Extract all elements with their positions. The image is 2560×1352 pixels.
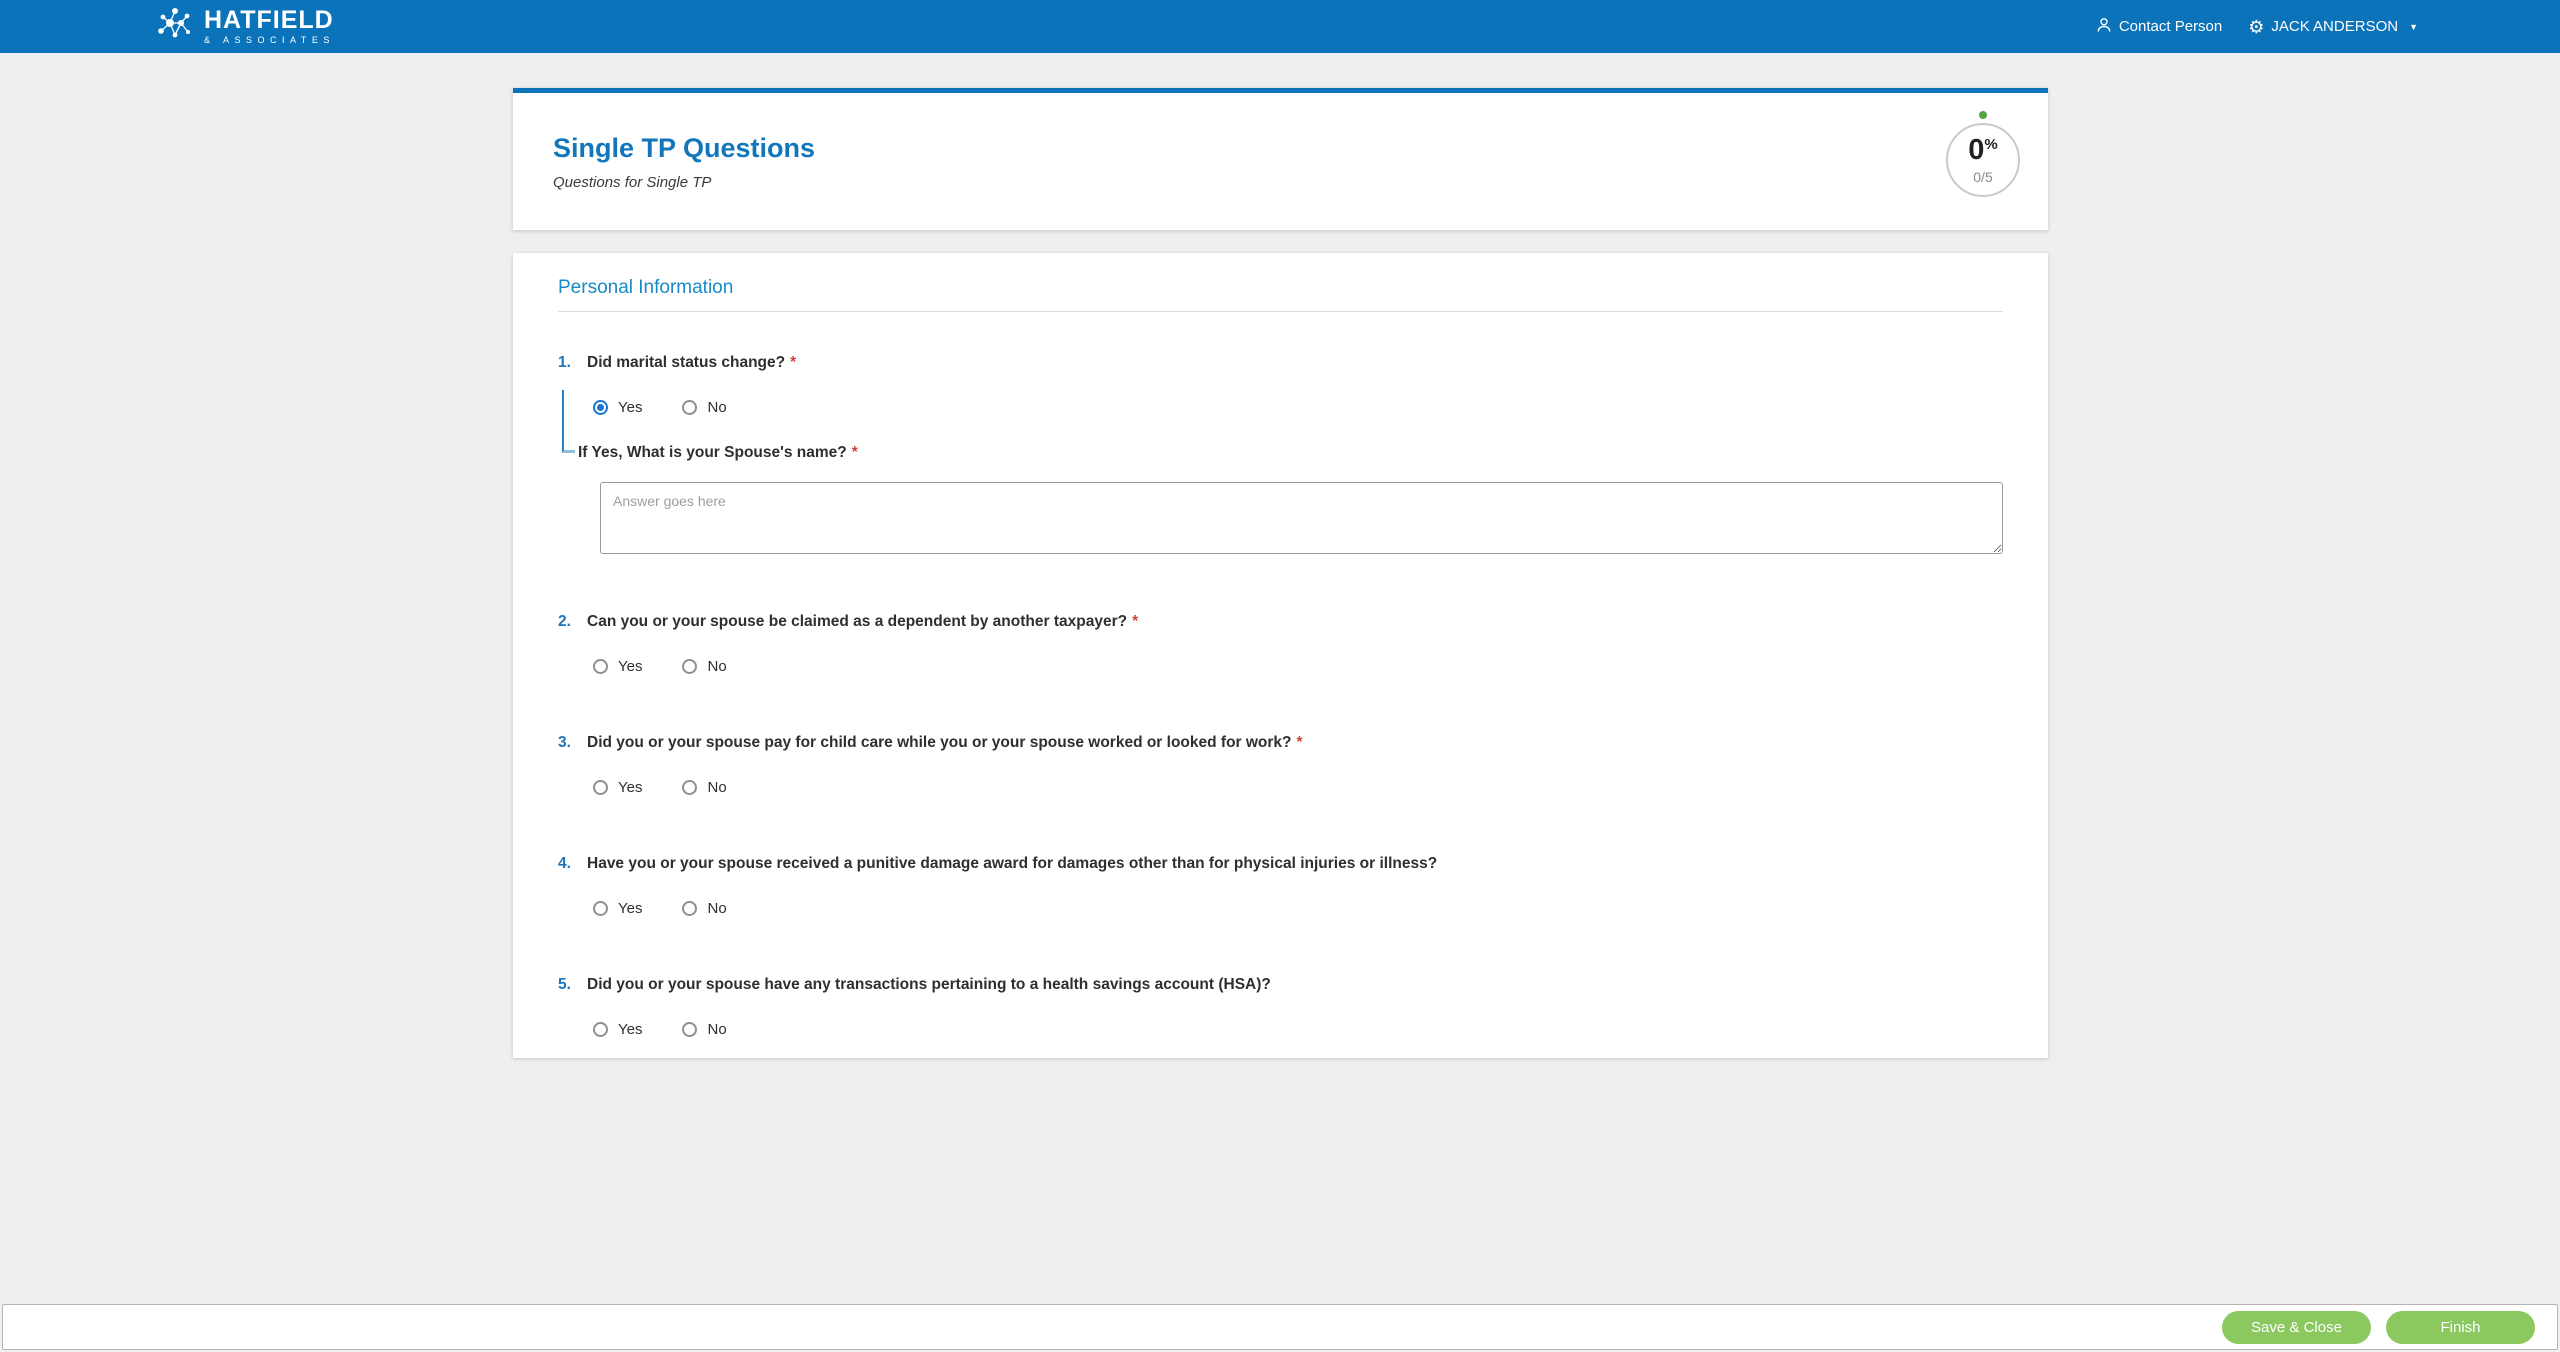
section-divider [558,311,2003,312]
gear-icon: ⚙ [2248,16,2265,37]
contact-person-label: Contact Person [2118,18,2223,35]
person-icon [2096,17,2112,37]
conditional-connector-line [562,390,575,453]
section-title: Personal Information [558,277,734,298]
required-asterisk: * [851,444,858,461]
radio-button-no[interactable] [682,780,698,795]
user-menu[interactable]: ⚙ JACK ANDERSON ▼ [2248,18,2418,36]
question-number: 2. [558,613,571,630]
brand-name: HATFIELD [204,6,334,34]
question-number: 3. [558,734,571,751]
spouse-name-textarea[interactable] [600,482,2003,554]
question-3: 3. Did you or your spouse pay for child … [558,734,2003,796]
question-text: Can you or your spouse be claimed as a d… [587,613,1128,630]
radio-option-yes[interactable]: Yes [593,399,642,416]
radio-button-yes[interactable] [593,659,608,674]
contact-person-link[interactable]: Contact Person [2096,17,2222,37]
form-header-card: Single TP Questions Questions for Single… [513,88,2048,230]
save-close-button[interactable]: Save & Close [2222,1310,2371,1344]
user-name: JACK ANDERSON [2271,18,2399,35]
radio-button-no[interactable] [682,400,698,415]
questions-card: Personal Information 1. Did marital stat… [513,253,2048,1058]
radio-option-no[interactable]: No [682,399,727,416]
progress-indicator: 0% 0/5 [1946,111,2020,197]
question-text: Did you or your spouse pay for child car… [587,734,1292,751]
radio-button-no[interactable] [682,659,698,674]
footer-action-bar: Save & Close Finish [2,1304,2558,1350]
page-subtitle: Questions for Single TP [553,174,712,191]
radio-button-yes[interactable] [593,1022,608,1037]
progress-circle: 0% 0/5 [1946,123,2020,197]
radio-button-yes[interactable] [593,400,608,415]
progress-start-dot [1979,111,1987,119]
radio-option-yes[interactable]: Yes [593,779,642,796]
question-number: 1. [558,354,571,371]
finish-button[interactable]: Finish [2386,1310,2535,1344]
question-2: 2. Can you or your spouse be claimed as … [558,613,2003,675]
progress-percent: 0 [1968,133,1985,166]
question-text: Did marital status change? [587,354,786,371]
question-1: 1. Did marital status change? * Yes No I… [558,354,2003,554]
top-navigation-bar: HATFIELD & ASSOCIATES Contact Person ⚙ J… [0,0,2560,53]
question-text: Have you or your spouse received a punit… [587,855,1438,872]
radio-option-no[interactable]: No [682,1021,727,1038]
progress-fraction: 0/5 [1973,168,1993,185]
radio-option-no[interactable]: No [682,658,727,675]
page-title: Single TP Questions [553,133,816,163]
question-number: 5. [558,976,571,993]
brand-logo[interactable]: HATFIELD & ASSOCIATES [155,6,335,47]
network-logo-icon [155,6,195,47]
question-4: 4. Have you or your spouse received a pu… [558,855,2003,917]
required-asterisk: * [1132,613,1139,630]
question-text: Did you or your spouse have any transact… [587,976,1271,993]
radio-option-yes[interactable]: Yes [593,658,642,675]
required-asterisk: * [1296,734,1303,751]
radio-button-no[interactable] [682,1022,698,1037]
chevron-down-icon: ▼ [2409,21,2418,32]
radio-option-no[interactable]: No [682,900,727,917]
radio-button-no[interactable] [682,901,698,916]
progress-percent-sign: % [1984,135,1998,153]
radio-button-yes[interactable] [593,780,608,795]
required-asterisk: * [790,354,797,371]
sub-question-text: If Yes, What is your Spouse's name? [578,444,847,461]
question-number: 4. [558,855,571,872]
radio-option-yes[interactable]: Yes [593,900,642,917]
question-5: 5. Did you or your spouse have any trans… [558,976,2003,1038]
radio-option-yes[interactable]: Yes [593,1021,642,1038]
radio-option-no[interactable]: No [682,779,727,796]
brand-subname: & ASSOCIATES [204,35,335,45]
radio-button-yes[interactable] [593,901,608,916]
